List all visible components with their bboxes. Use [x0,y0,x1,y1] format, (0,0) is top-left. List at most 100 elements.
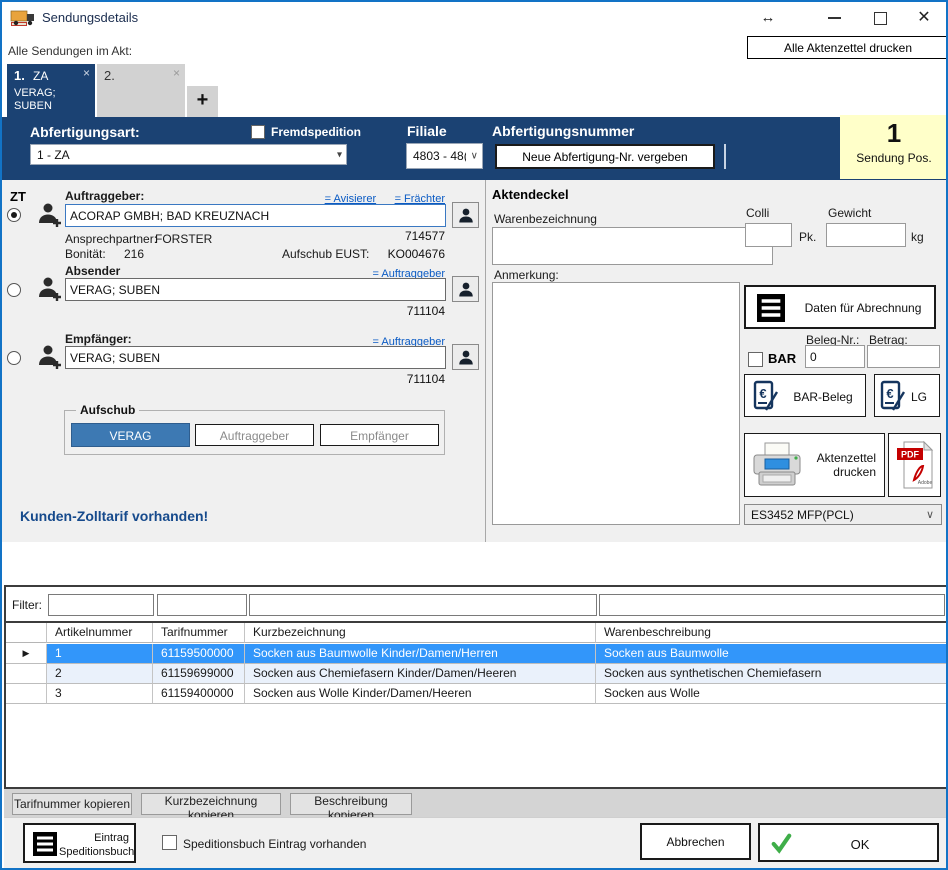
zt-radio-auftraggeber[interactable] [7,208,21,222]
table-row[interactable]: 3 61159400000 Socken aus Wolle Kinder/Da… [6,684,946,704]
close-icon[interactable]: ✕ [910,6,938,30]
aufschub-auftraggeber-button[interactable]: Auftraggeber [195,424,314,446]
copy-tarifnummer-button[interactable]: Tarifnummer kopieren [12,793,132,815]
cell-kurzbezeichnung[interactable]: Socken aus Baumwolle Kinder/Damen/Herren [245,644,596,664]
table-row[interactable]: ▶ 1 61159500000 Socken aus Baumwolle Kin… [6,644,946,664]
lg-button[interactable]: € LG [874,374,940,417]
aufschub-empfaenger-button[interactable]: Empfänger [320,424,439,446]
printer-icon [751,442,803,491]
cell-kurzbezeichnung[interactable]: Socken aus Chemiefasern Kinder/Damen/Hee… [245,664,596,684]
tab-sendung-1[interactable]: 1. ZA × VERAG; SUBEN [7,64,95,117]
cell-artikelnummer[interactable]: 1 [47,644,153,664]
bar-label: BAR [768,351,796,366]
column-header-tarifnummer[interactable]: Tarifnummer [153,623,245,643]
copy-beschreibung-button[interactable]: Beschreibung kopieren [290,793,412,815]
sendung-pos-counter: 1 Sendung Pos. [840,115,948,179]
empfaenger-number: 711104 [345,372,445,386]
ok-button[interactable]: OK [758,823,939,862]
aufschub-verag-button[interactable]: VERAG [71,423,190,447]
tab1-code: ZA [33,69,48,83]
filter-input-warenbeschreibung[interactable] [599,594,945,616]
cell-kurzbezeichnung[interactable]: Socken aus Wolle Kinder/Damen/Heeren [245,684,596,704]
colli-input[interactable] [745,223,792,247]
column-header-warenbeschreibung[interactable]: Warenbeschreibung [596,623,946,643]
zt-radio-absender[interactable] [7,283,21,297]
speditionsbuch-checkbox[interactable] [162,835,177,850]
cell-tarifnummer[interactable]: 61159699000 [153,664,245,684]
sendung-pos-value: 1 [840,118,948,149]
person-add-icon[interactable] [36,274,64,307]
fremdspedition-checkbox[interactable] [251,125,265,139]
daten-fuer-abrechnung-button[interactable]: Daten für Abrechnung [744,285,936,329]
print-all-aktenzettel-button[interactable]: Alle Aktenzettel drucken [747,36,948,59]
svg-text:Adobe: Adobe [918,480,933,486]
anmerkung-textarea[interactable] [492,282,740,525]
add-sendung-button[interactable]: + [187,86,218,117]
tab2-close-icon[interactable]: × [173,66,180,80]
printer-select[interactable]: ES3452 MFP(PCL) ∨ [744,504,942,525]
book-icon [33,832,57,859]
aufschub-eust-value: KO004676 [365,247,445,261]
aktenzettel-label-line2: drucken [833,465,876,479]
resize-horizontal-icon[interactable]: ↔ [754,6,782,30]
copy-buttons-strip: Tarifnummer kopieren Kurzbezeichnung kop… [4,789,948,817]
absender-input[interactable] [65,278,446,301]
pdf-button[interactable]: PDF Adobe [888,433,941,497]
beleg-nr-input[interactable] [805,345,865,368]
zt-column-label: ZT [10,189,26,204]
absender-contact-button[interactable] [452,276,479,302]
empfaenger-contact-button[interactable] [452,344,479,370]
ok-label: OK [820,837,900,852]
tab1-line2: VERAG; [14,87,56,99]
abfertigungsart-value: 1 - ZA [37,148,70,162]
euro-receipt-icon: € [880,380,906,415]
cancel-button[interactable]: Abbrechen [640,823,751,860]
tab1-close-icon[interactable]: × [83,66,90,80]
copy-kurzbezeichnung-button[interactable]: Kurzbezeichnung kopieren [141,793,281,815]
cell-artikelnummer[interactable]: 2 [47,664,153,684]
bar-beleg-button[interactable]: € BAR-Beleg [744,374,866,417]
cell-warenbeschreibung[interactable]: Socken aus Baumwolle [596,644,946,664]
table-row[interactable]: 2 61159699000 Socken aus Chemiefasern Ki… [6,664,946,684]
empfaenger-input[interactable] [65,346,446,369]
bar-beleg-label: BAR-Beleg [783,390,863,404]
auftraggeber-input[interactable] [65,204,446,227]
cell-warenbeschreibung[interactable]: Socken aus Wolle [596,684,946,704]
cell-tarifnummer[interactable]: 61159500000 [153,644,245,664]
filter-input-kurzbezeichnung[interactable] [249,594,597,616]
tab-sendung-2[interactable]: 2. × [97,64,185,117]
person-add-icon[interactable] [36,342,64,375]
neue-abfertigungsnr-button[interactable]: Neue Abfertigung-Nr. vergeben [495,144,715,169]
tab1-number: 1. [14,68,25,83]
maximize-icon[interactable] [866,6,894,30]
zt-radio-empfaenger[interactable] [7,351,21,365]
cell-warenbeschreibung[interactable]: Socken aus synthetischen Chemiefasern [596,664,946,684]
column-header-kurzbezeichnung[interactable]: Kurzbezeichnung [245,623,596,643]
filter-input-artikelnummer[interactable] [48,594,154,616]
cell-artikelnummer[interactable]: 3 [47,684,153,704]
band-separator [724,144,726,169]
aktenzettel-drucken-button[interactable]: Aktenzettel drucken [744,433,885,497]
warenbezeichnung-textarea[interactable] [492,227,773,265]
table-header-row: Artikelnummer Tarifnummer Kurzbezeichnun… [6,623,946,643]
cell-tarifnummer[interactable]: 61159400000 [153,684,245,704]
abfertigungsart-select[interactable]: 1 - ZA ▾ [30,144,347,165]
euro-receipt-icon: € [753,380,779,415]
person-add-icon[interactable] [36,200,64,233]
eintrag-speditionsbuch-button[interactable]: Eintrag Speditionsbuch [23,823,136,863]
gewicht-input[interactable] [826,223,906,247]
printer-select-value: ES3452 MFP(PCL) [751,508,854,522]
bar-checkbox[interactable] [748,352,763,367]
eintrag-label-line1: Eintrag [94,832,129,844]
tab2-number: 2. [104,68,115,83]
row-selector-icon: ▶ [6,644,47,664]
column-header-artikelnummer[interactable]: Artikelnummer [47,623,153,643]
pdf-icon: PDF Adobe [896,440,934,493]
abfertigungsnummer-label: Abfertigungsnummer [492,123,634,139]
auftraggeber-contact-button[interactable] [452,202,479,228]
betrag-input[interactable] [867,345,940,368]
filter-input-tarifnummer[interactable] [157,594,247,616]
filiale-select[interactable]: 4803 - 48( ∨ [406,143,483,169]
svg-text:PDF: PDF [901,450,920,460]
minimize-icon[interactable] [820,6,848,30]
